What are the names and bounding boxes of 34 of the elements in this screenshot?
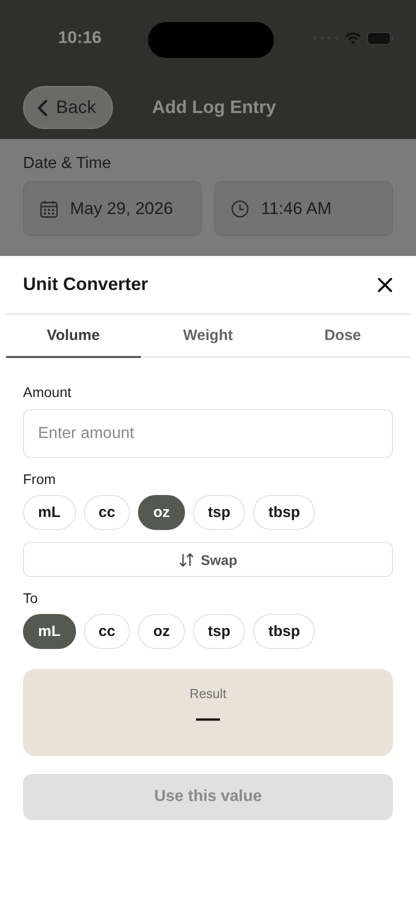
swap-arrows-icon xyxy=(178,552,194,566)
result-label: Result xyxy=(190,686,226,701)
clock-icon xyxy=(231,200,249,218)
unit-chip[interactable]: cc xyxy=(84,614,130,649)
unit-chip[interactable]: tbsp xyxy=(253,495,316,530)
sheet-title: Unit Converter xyxy=(23,274,148,295)
chevron-left-icon xyxy=(37,98,48,116)
wifi-icon xyxy=(345,32,361,44)
field-label: To xyxy=(23,590,38,606)
unit-chip[interactable]: mL xyxy=(23,614,76,649)
screen-title: Add Log Entry xyxy=(152,97,276,118)
battery-icon xyxy=(367,32,394,44)
swap-button[interactable]: Swap xyxy=(23,542,393,577)
field-label: From xyxy=(23,471,56,487)
close-icon xyxy=(377,276,393,292)
result-value: — xyxy=(196,705,220,733)
date-field[interactable]: May 29, 2026 xyxy=(23,181,202,236)
time-field[interactable]: 11:46 AM xyxy=(214,181,393,236)
unit-chip[interactable]: tsp xyxy=(192,495,246,530)
unit-chip[interactable]: oz xyxy=(138,614,185,649)
status-time: 10:16 xyxy=(58,28,102,48)
unit-chip[interactable]: tbsp xyxy=(253,614,316,649)
unit-chip[interactable]: oz xyxy=(138,495,185,530)
unit-chip[interactable]: mL xyxy=(23,495,76,530)
section-label: Date & Time xyxy=(23,155,112,173)
amount-field[interactable]: Enter amount xyxy=(23,409,393,458)
unit-chip[interactable]: tsp xyxy=(192,614,246,649)
calendar-icon xyxy=(40,200,58,218)
unit-chip[interactable]: cc xyxy=(84,495,130,530)
tab[interactable]: Volume xyxy=(6,315,141,358)
close-button[interactable] xyxy=(377,276,393,292)
tab[interactable]: Dose xyxy=(275,315,410,358)
tab[interactable]: Weight xyxy=(140,315,276,358)
field-label: Amount xyxy=(23,384,72,400)
